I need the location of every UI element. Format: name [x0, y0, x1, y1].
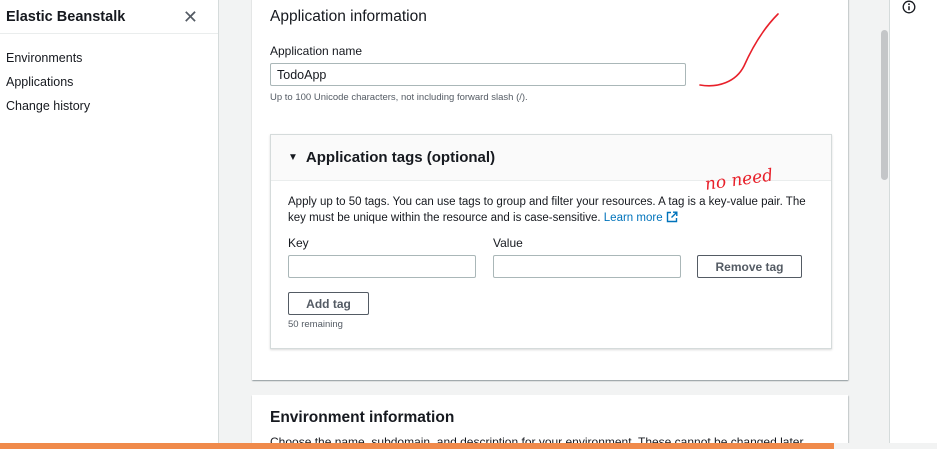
application-tags-toggle[interactable]: ▼ Application tags (optional)	[271, 135, 831, 181]
learn-more-label: Learn more	[603, 211, 663, 224]
tag-value-label: Value	[493, 236, 523, 250]
add-tag-button[interactable]: Add tag	[288, 292, 369, 315]
application-tags-panel: ▼ Application tags (optional) Apply up t…	[270, 134, 832, 349]
application-tags-body: Apply up to 50 tags. You can use tags to…	[271, 181, 831, 330]
application-tags-title: Application tags (optional)	[305, 149, 496, 166]
external-link-icon	[666, 211, 678, 222]
tags-description-text: Apply up to 50 tags. You can use tags to…	[288, 196, 806, 224]
tags-description: Apply up to 50 tags. You can use tags to…	[288, 195, 818, 226]
application-name-input[interactable]	[270, 63, 686, 86]
sidebar-item-change-history[interactable]: Change history	[0, 94, 218, 118]
tag-key-label: Key	[288, 236, 309, 250]
application-name-label: Application name	[270, 44, 363, 58]
info-icon[interactable]	[902, 0, 916, 14]
scrollbar-thumb[interactable]	[881, 30, 888, 180]
learn-more-link[interactable]: Learn more	[603, 211, 678, 224]
application-information-card: Application information Application name…	[252, 0, 848, 380]
tag-value-column: Value	[493, 236, 681, 278]
main-content: Application information Application name…	[220, 0, 889, 449]
tag-row: Key Value Remove tag	[288, 236, 814, 278]
caret-down-icon: ▼	[288, 152, 298, 163]
tags-remaining: 50 remaining	[288, 319, 343, 330]
bottom-progress-fill	[0, 443, 834, 449]
right-tools-rail	[889, 0, 937, 449]
tag-key-input[interactable]	[288, 255, 476, 278]
bottom-progress-bar	[0, 443, 937, 449]
sidebar-item-applications[interactable]: Applications	[0, 70, 218, 94]
remove-tag-button[interactable]: Remove tag	[697, 255, 802, 278]
sidebar: Elastic Beanstalk ✕ Environments Applica…	[0, 0, 219, 449]
application-information-title: Application information	[270, 8, 427, 25]
close-icon[interactable]: ✕	[183, 8, 198, 26]
tag-value-input[interactable]	[493, 255, 681, 278]
tag-key-column: Key	[288, 236, 476, 278]
environment-information-title: Environment information	[270, 409, 455, 426]
sidebar-title: Elastic Beanstalk	[6, 8, 126, 25]
sidebar-header: Elastic Beanstalk ✕	[0, 0, 218, 34]
application-name-hint: Up to 100 Unicode characters, not includ…	[270, 92, 528, 103]
environment-information-card: Environment information Choose the name,…	[252, 395, 848, 449]
sidebar-nav: Environments Applications Change history	[0, 34, 218, 118]
sidebar-item-environments[interactable]: Environments	[0, 46, 218, 70]
